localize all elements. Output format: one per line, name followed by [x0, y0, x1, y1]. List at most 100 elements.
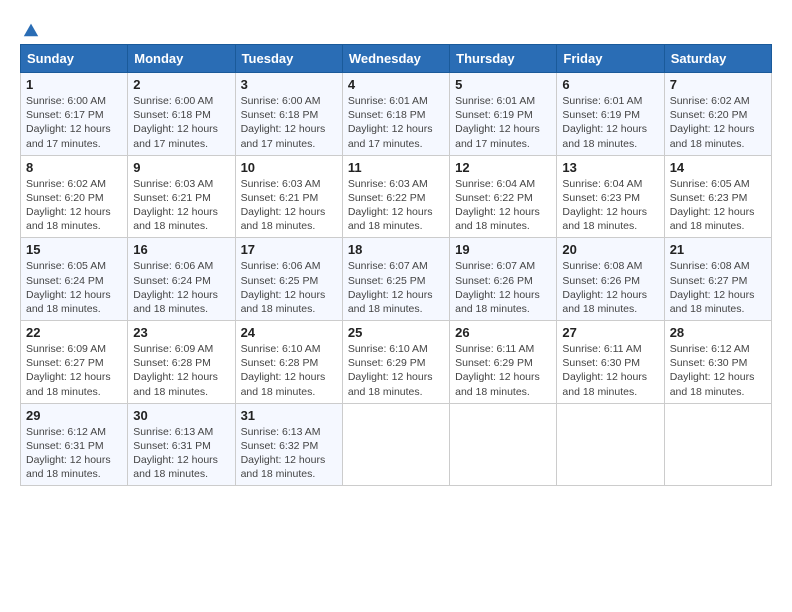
day-detail: Sunrise: 6:07 AMSunset: 6:25 PMDaylight:… — [348, 260, 433, 315]
day-number: 6 — [562, 77, 658, 92]
day-number: 3 — [241, 77, 337, 92]
calendar-week-row: 22 Sunrise: 6:09 AMSunset: 6:27 PMDaylig… — [21, 321, 772, 404]
day-number: 18 — [348, 242, 444, 257]
day-detail: Sunrise: 6:02 AMSunset: 6:20 PMDaylight:… — [670, 95, 755, 150]
day-number: 17 — [241, 242, 337, 257]
calendar-cell: 29 Sunrise: 6:12 AMSunset: 6:31 PMDaylig… — [21, 403, 128, 486]
day-number: 4 — [348, 77, 444, 92]
calendar-cell: 17 Sunrise: 6:06 AMSunset: 6:25 PMDaylig… — [235, 238, 342, 321]
day-detail: Sunrise: 6:13 AMSunset: 6:32 PMDaylight:… — [241, 426, 326, 481]
header-friday: Friday — [557, 45, 664, 73]
calendar-cell: 12 Sunrise: 6:04 AMSunset: 6:22 PMDaylig… — [450, 155, 557, 238]
day-number: 20 — [562, 242, 658, 257]
day-number: 23 — [133, 325, 229, 340]
day-number: 25 — [348, 325, 444, 340]
calendar-cell: 5 Sunrise: 6:01 AMSunset: 6:19 PMDayligh… — [450, 73, 557, 156]
day-number: 12 — [455, 160, 551, 175]
calendar-cell: 23 Sunrise: 6:09 AMSunset: 6:28 PMDaylig… — [128, 321, 235, 404]
day-number: 11 — [348, 160, 444, 175]
calendar-cell: 15 Sunrise: 6:05 AMSunset: 6:24 PMDaylig… — [21, 238, 128, 321]
day-number: 2 — [133, 77, 229, 92]
calendar-cell: 18 Sunrise: 6:07 AMSunset: 6:25 PMDaylig… — [342, 238, 449, 321]
day-detail: Sunrise: 6:03 AMSunset: 6:21 PMDaylight:… — [133, 178, 218, 233]
calendar-table: SundayMondayTuesdayWednesdayThursdayFrid… — [20, 44, 772, 486]
calendar-cell: 2 Sunrise: 6:00 AMSunset: 6:18 PMDayligh… — [128, 73, 235, 156]
calendar-cell: 10 Sunrise: 6:03 AMSunset: 6:21 PMDaylig… — [235, 155, 342, 238]
header-thursday: Thursday — [450, 45, 557, 73]
day-detail: Sunrise: 6:10 AMSunset: 6:29 PMDaylight:… — [348, 343, 433, 398]
calendar-cell: 27 Sunrise: 6:11 AMSunset: 6:30 PMDaylig… — [557, 321, 664, 404]
day-number: 26 — [455, 325, 551, 340]
day-number: 24 — [241, 325, 337, 340]
day-number: 31 — [241, 408, 337, 423]
calendar-cell: 22 Sunrise: 6:09 AMSunset: 6:27 PMDaylig… — [21, 321, 128, 404]
calendar-week-row: 29 Sunrise: 6:12 AMSunset: 6:31 PMDaylig… — [21, 403, 772, 486]
day-detail: Sunrise: 6:00 AMSunset: 6:17 PMDaylight:… — [26, 95, 111, 150]
day-detail: Sunrise: 6:01 AMSunset: 6:19 PMDaylight:… — [562, 95, 647, 150]
day-number: 19 — [455, 242, 551, 257]
day-detail: Sunrise: 6:09 AMSunset: 6:27 PMDaylight:… — [26, 343, 111, 398]
calendar-cell: 19 Sunrise: 6:07 AMSunset: 6:26 PMDaylig… — [450, 238, 557, 321]
day-number: 10 — [241, 160, 337, 175]
day-detail: Sunrise: 6:01 AMSunset: 6:18 PMDaylight:… — [348, 95, 433, 150]
calendar-cell: 6 Sunrise: 6:01 AMSunset: 6:19 PMDayligh… — [557, 73, 664, 156]
day-detail: Sunrise: 6:00 AMSunset: 6:18 PMDaylight:… — [133, 95, 218, 150]
day-detail: Sunrise: 6:10 AMSunset: 6:28 PMDaylight:… — [241, 343, 326, 398]
header-tuesday: Tuesday — [235, 45, 342, 73]
logo-icon — [22, 20, 40, 38]
calendar-cell: 13 Sunrise: 6:04 AMSunset: 6:23 PMDaylig… — [557, 155, 664, 238]
day-number: 13 — [562, 160, 658, 175]
day-number: 28 — [670, 325, 766, 340]
calendar-header-row: SundayMondayTuesdayWednesdayThursdayFrid… — [21, 45, 772, 73]
header-monday: Monday — [128, 45, 235, 73]
day-detail: Sunrise: 6:00 AMSunset: 6:18 PMDaylight:… — [241, 95, 326, 150]
day-detail: Sunrise: 6:11 AMSunset: 6:30 PMDaylight:… — [562, 343, 647, 398]
day-detail: Sunrise: 6:07 AMSunset: 6:26 PMDaylight:… — [455, 260, 540, 315]
day-detail: Sunrise: 6:04 AMSunset: 6:22 PMDaylight:… — [455, 178, 540, 233]
header-wednesday: Wednesday — [342, 45, 449, 73]
calendar-cell: 26 Sunrise: 6:11 AMSunset: 6:29 PMDaylig… — [450, 321, 557, 404]
day-detail: Sunrise: 6:13 AMSunset: 6:31 PMDaylight:… — [133, 426, 218, 481]
calendar-cell: 25 Sunrise: 6:10 AMSunset: 6:29 PMDaylig… — [342, 321, 449, 404]
calendar-cell — [557, 403, 664, 486]
day-number: 21 — [670, 242, 766, 257]
day-number: 30 — [133, 408, 229, 423]
day-number: 15 — [26, 242, 122, 257]
calendar-cell: 8 Sunrise: 6:02 AMSunset: 6:20 PMDayligh… — [21, 155, 128, 238]
day-number: 16 — [133, 242, 229, 257]
header-saturday: Saturday — [664, 45, 771, 73]
calendar-cell: 14 Sunrise: 6:05 AMSunset: 6:23 PMDaylig… — [664, 155, 771, 238]
day-detail: Sunrise: 6:06 AMSunset: 6:25 PMDaylight:… — [241, 260, 326, 315]
day-detail: Sunrise: 6:12 AMSunset: 6:31 PMDaylight:… — [26, 426, 111, 481]
calendar-cell — [450, 403, 557, 486]
calendar-cell: 21 Sunrise: 6:08 AMSunset: 6:27 PMDaylig… — [664, 238, 771, 321]
day-detail: Sunrise: 6:06 AMSunset: 6:24 PMDaylight:… — [133, 260, 218, 315]
calendar-cell: 7 Sunrise: 6:02 AMSunset: 6:20 PMDayligh… — [664, 73, 771, 156]
day-detail: Sunrise: 6:08 AMSunset: 6:26 PMDaylight:… — [562, 260, 647, 315]
logo — [20, 20, 40, 34]
day-number: 7 — [670, 77, 766, 92]
calendar-cell: 20 Sunrise: 6:08 AMSunset: 6:26 PMDaylig… — [557, 238, 664, 321]
day-number: 1 — [26, 77, 122, 92]
day-detail: Sunrise: 6:05 AMSunset: 6:24 PMDaylight:… — [26, 260, 111, 315]
day-detail: Sunrise: 6:12 AMSunset: 6:30 PMDaylight:… — [670, 343, 755, 398]
calendar-cell: 28 Sunrise: 6:12 AMSunset: 6:30 PMDaylig… — [664, 321, 771, 404]
calendar-cell: 31 Sunrise: 6:13 AMSunset: 6:32 PMDaylig… — [235, 403, 342, 486]
calendar-cell: 3 Sunrise: 6:00 AMSunset: 6:18 PMDayligh… — [235, 73, 342, 156]
day-number: 14 — [670, 160, 766, 175]
calendar-cell: 4 Sunrise: 6:01 AMSunset: 6:18 PMDayligh… — [342, 73, 449, 156]
calendar-cell: 1 Sunrise: 6:00 AMSunset: 6:17 PMDayligh… — [21, 73, 128, 156]
day-number: 8 — [26, 160, 122, 175]
day-number: 27 — [562, 325, 658, 340]
day-detail: Sunrise: 6:02 AMSunset: 6:20 PMDaylight:… — [26, 178, 111, 233]
day-number: 5 — [455, 77, 551, 92]
day-detail: Sunrise: 6:04 AMSunset: 6:23 PMDaylight:… — [562, 178, 647, 233]
calendar-week-row: 8 Sunrise: 6:02 AMSunset: 6:20 PMDayligh… — [21, 155, 772, 238]
day-detail: Sunrise: 6:03 AMSunset: 6:21 PMDaylight:… — [241, 178, 326, 233]
day-detail: Sunrise: 6:03 AMSunset: 6:22 PMDaylight:… — [348, 178, 433, 233]
calendar-cell — [664, 403, 771, 486]
day-detail: Sunrise: 6:11 AMSunset: 6:29 PMDaylight:… — [455, 343, 540, 398]
calendar-week-row: 1 Sunrise: 6:00 AMSunset: 6:17 PMDayligh… — [21, 73, 772, 156]
calendar-cell: 30 Sunrise: 6:13 AMSunset: 6:31 PMDaylig… — [128, 403, 235, 486]
calendar-cell: 11 Sunrise: 6:03 AMSunset: 6:22 PMDaylig… — [342, 155, 449, 238]
